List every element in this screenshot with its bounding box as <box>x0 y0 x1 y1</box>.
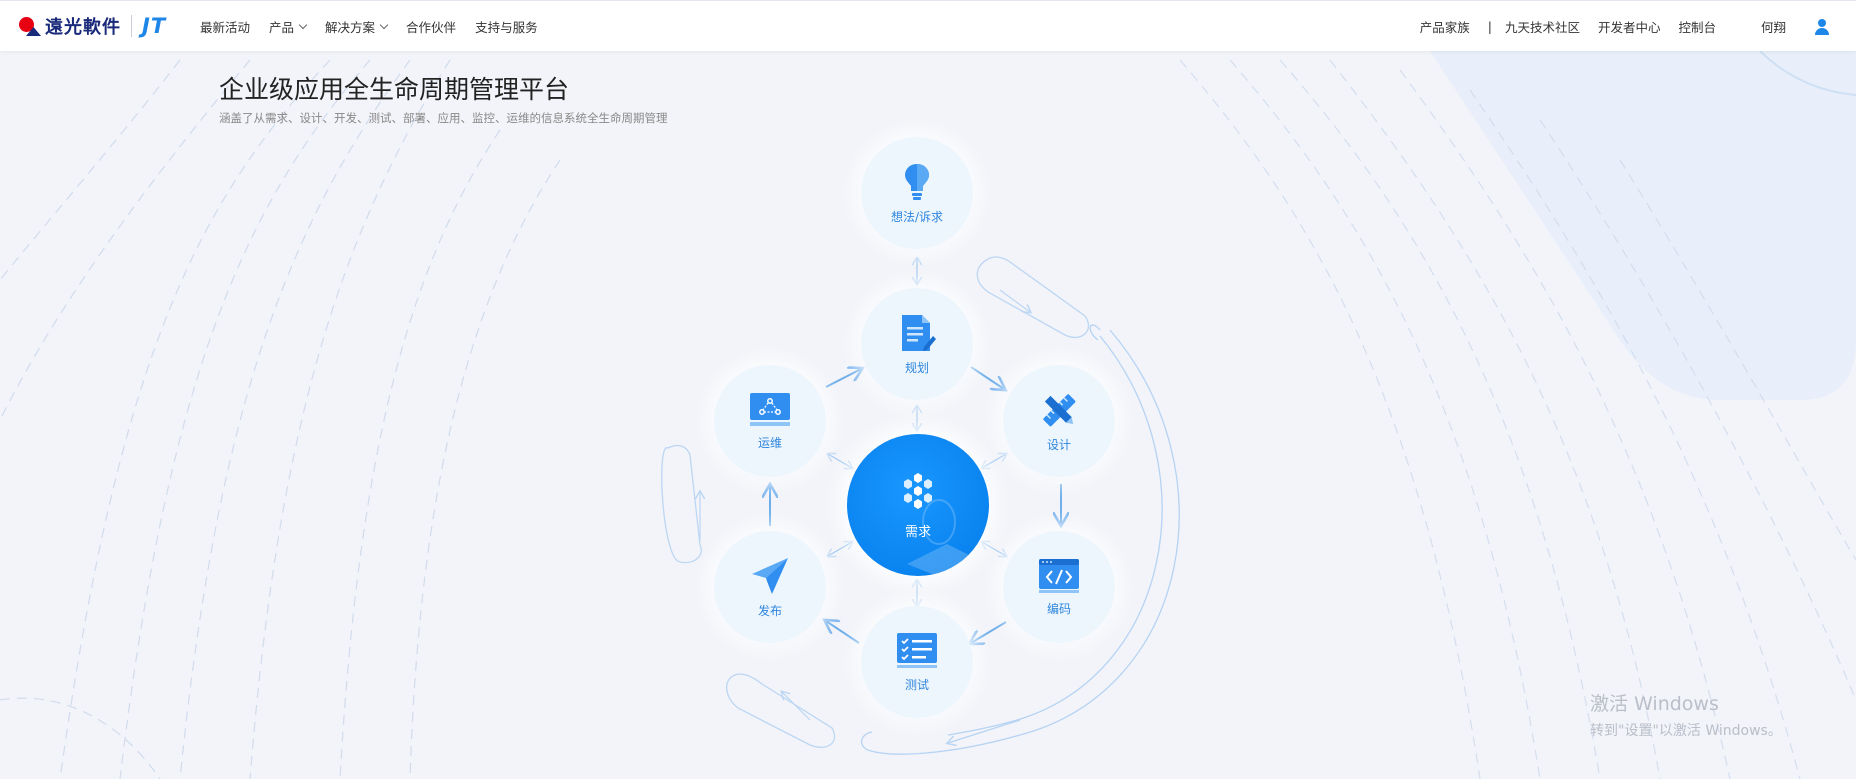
nav-label: 支持与服务 <box>475 20 538 35</box>
node-label: 设计 <box>1046 437 1071 452</box>
windows-activation-watermark: 激活 Windows 转到"设置"以激活 Windows。 <box>1590 689 1782 740</box>
nav-latest-events[interactable]: 最新活动 <box>200 17 250 36</box>
node-release[interactable]: 发布 <box>714 531 826 643</box>
page-title: 企业级应用全生命周期管理平台 <box>219 75 570 104</box>
nav-label: 最新活动 <box>200 20 251 35</box>
lightbulb-icon <box>905 163 929 200</box>
jt-logo: JT <box>142 14 167 38</box>
node-code[interactable]: 编码 <box>1003 531 1115 643</box>
chevron-down-icon <box>298 20 308 29</box>
brand-name: 遠光軟件 <box>45 17 121 38</box>
chevron-down-icon <box>379 20 389 29</box>
brand-logo-mark <box>19 16 41 36</box>
nav-solutions[interactable]: 解决方案 <box>325 17 389 36</box>
monitor-network-icon <box>750 392 790 426</box>
nav-products[interactable]: 产品 <box>269 17 308 36</box>
node-label: 测试 <box>904 677 929 692</box>
code-window-icon <box>1039 558 1079 593</box>
node-label: 发布 <box>757 603 782 618</box>
node-label: 运维 <box>757 435 782 450</box>
brand-logo[interactable]: 遠光軟件 JT <box>19 12 166 40</box>
nav-label: 产品 <box>269 20 295 35</box>
nav-divider: | <box>1487 19 1492 34</box>
nav-label: 合作伙伴 <box>406 20 457 35</box>
node-requirements[interactable]: 需求 <box>847 434 989 576</box>
center-decoration <box>907 499 977 576</box>
node-label: 规划 <box>904 360 929 375</box>
top-navigation-bar: 遠光軟件 JT 最新活动 产品 解决方案 合作伙伴 支持与服务 产品家族 | 九… <box>0 0 1856 51</box>
node-design[interactable]: 设计 <box>1003 365 1115 477</box>
product-family-link[interactable]: 产品家族 <box>1420 17 1470 36</box>
nav-label: 解决方案 <box>325 20 376 35</box>
console-link[interactable]: 控制台 <box>1678 17 1716 36</box>
node-plan[interactable]: 规划 <box>861 288 973 400</box>
user-name[interactable]: 何翔 <box>1761 17 1786 36</box>
node-ops[interactable]: 运维 <box>714 365 826 477</box>
watermark-title: 激活 Windows <box>1590 693 1719 715</box>
ruler-pencil-icon <box>1043 393 1076 426</box>
developer-center-link[interactable]: 开发者中心 <box>1598 17 1661 36</box>
document-edit-icon <box>902 314 936 351</box>
paper-plane-icon <box>752 557 788 594</box>
nav-partners[interactable]: 合作伙伴 <box>406 17 456 36</box>
utility-nav: 产品家族 | 九天技术社区 开发者中心 控制台 何翔 <box>1420 1 1856 52</box>
logo-divider <box>131 15 132 37</box>
node-label: 想法/诉求 <box>890 209 944 224</box>
page-subtitle: 涵盖了从需求、设计、开发、测试、部署、应用、监控、运维的信息系统全生命周期管理 <box>219 111 668 125</box>
node-test[interactable]: 测试 <box>861 606 973 718</box>
community-link[interactable]: 九天技术社区 <box>1505 17 1580 36</box>
watermark-subtitle: 转到"设置"以激活 Windows。 <box>1590 723 1782 739</box>
node-label: 编码 <box>1046 601 1071 616</box>
nav-support[interactable]: 支持与服务 <box>475 17 538 36</box>
user-icon[interactable] <box>1814 18 1830 35</box>
node-idea[interactable]: 想法/诉求 <box>861 137 973 249</box>
main-nav: 最新活动 产品 解决方案 合作伙伴 支持与服务 <box>200 1 557 52</box>
checklist-icon <box>897 632 937 668</box>
